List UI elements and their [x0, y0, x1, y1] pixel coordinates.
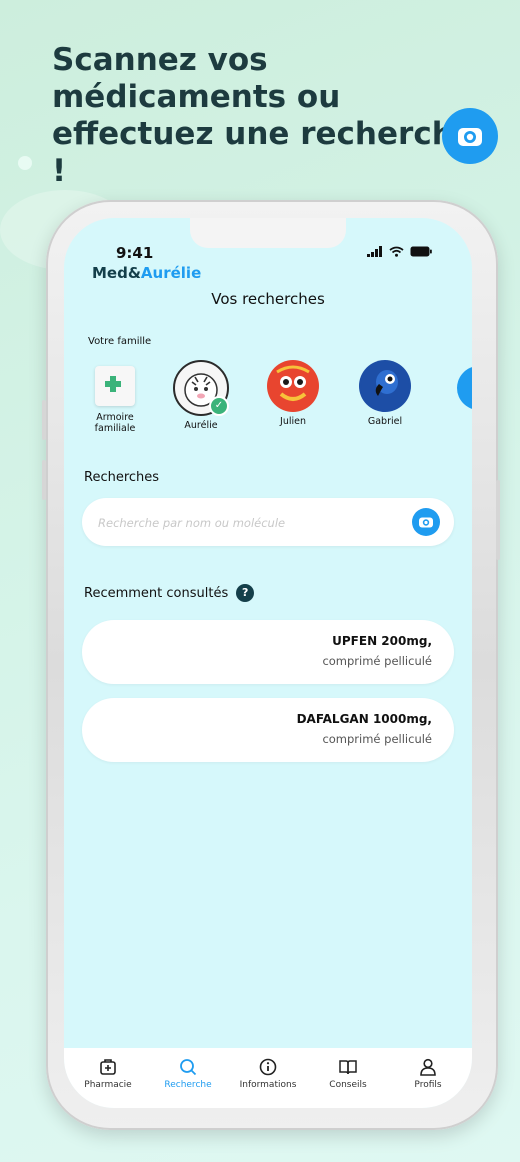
recent-item[interactable]: UPFEN 200mg, comprimé pelliculé	[82, 620, 454, 684]
pharmacy-icon	[68, 1054, 148, 1080]
tab-label: Conseils	[329, 1080, 367, 1090]
member-name: Julien	[280, 416, 306, 427]
phone-volume-button	[42, 460, 46, 500]
help-icon[interactable]: ?	[236, 584, 255, 602]
recent-label-text: Recemment consultés	[84, 585, 229, 601]
lion-dance-avatar	[267, 360, 319, 412]
family-member-aurelie[interactable]: ✓ Aurélie	[164, 360, 238, 431]
phone-volume-button	[42, 400, 46, 440]
info-icon	[228, 1054, 308, 1080]
family-member-armoire[interactable]: Armoire familiale	[78, 360, 152, 434]
brand-prefix: Med&	[92, 264, 141, 282]
book-icon	[308, 1054, 388, 1080]
tab-label: Informations	[239, 1080, 297, 1090]
decorative-dot	[18, 156, 32, 170]
tab-label: Recherche	[164, 1080, 212, 1090]
search-bar[interactable]	[82, 498, 454, 548]
search-icon	[148, 1054, 228, 1080]
add-member-button[interactable]	[457, 366, 472, 410]
app-screen: 9:41 Med&Aurélie Vos recherches Votre fa…	[64, 218, 472, 1108]
page-title: Vos recherches	[211, 290, 325, 308]
selected-check-icon: ✓	[209, 396, 229, 416]
battery-icon	[410, 246, 432, 257]
family-member-julien[interactable]: Julien	[256, 360, 330, 427]
bottom-tab-bar: Pharmacie Recherche Informations Conseil…	[64, 1048, 472, 1108]
search-input[interactable]	[96, 498, 400, 548]
phone-notch	[190, 218, 346, 248]
recent-item-name: DAFALGAN 1000mg,	[296, 712, 432, 726]
family-label: Votre famille	[88, 336, 152, 347]
tab-informations[interactable]: Informations	[228, 1054, 308, 1090]
recent-item-form: comprimé pelliculé	[322, 654, 432, 668]
status-time: 9:41	[116, 244, 154, 262]
tab-conseils[interactable]: Conseils	[308, 1054, 388, 1090]
recent-item-name: UPFEN 200mg,	[332, 634, 432, 648]
promo-headline: Scannez vos médicaments ou effectuez une…	[52, 42, 475, 189]
recent-section-label: Recemment consultés ?	[84, 584, 255, 602]
scan-camera-button[interactable]	[412, 508, 440, 536]
search-section-label: Recherches	[84, 470, 160, 485]
tab-label: Profils	[414, 1080, 442, 1090]
member-name: Aurélie	[184, 420, 218, 431]
camera-icon	[419, 517, 433, 528]
family-member-gabriel[interactable]: Gabriel	[348, 360, 422, 427]
tab-pharmacie[interactable]: Pharmacie	[68, 1054, 148, 1090]
family-row[interactable]: Armoire familiale ✓ Aurélie Julien Gabri…	[64, 360, 472, 456]
app-brand: Med&Aurélie	[92, 264, 201, 282]
camera-icon	[442, 108, 498, 164]
recent-item-form: comprimé pelliculé	[322, 732, 432, 746]
wifi-icon	[389, 246, 404, 257]
recent-item[interactable]: DAFALGAN 1000mg, comprimé pelliculé	[82, 698, 454, 762]
parrot-avatar	[359, 360, 411, 412]
tab-recherche[interactable]: Recherche	[148, 1054, 228, 1090]
signal-icon	[367, 246, 382, 257]
member-name: Gabriel	[367, 416, 403, 427]
status-icons	[367, 246, 432, 257]
phone-power-button	[496, 480, 500, 560]
profile-icon	[388, 1054, 468, 1080]
tab-label: Pharmacie	[84, 1080, 132, 1090]
tab-profils[interactable]: Profils	[388, 1054, 468, 1090]
member-name: Armoire familiale	[94, 412, 136, 434]
brand-accent: Aurélie	[140, 264, 202, 282]
medicine-cabinet-icon	[95, 366, 135, 406]
white-tiger-avatar: ✓	[173, 360, 229, 416]
